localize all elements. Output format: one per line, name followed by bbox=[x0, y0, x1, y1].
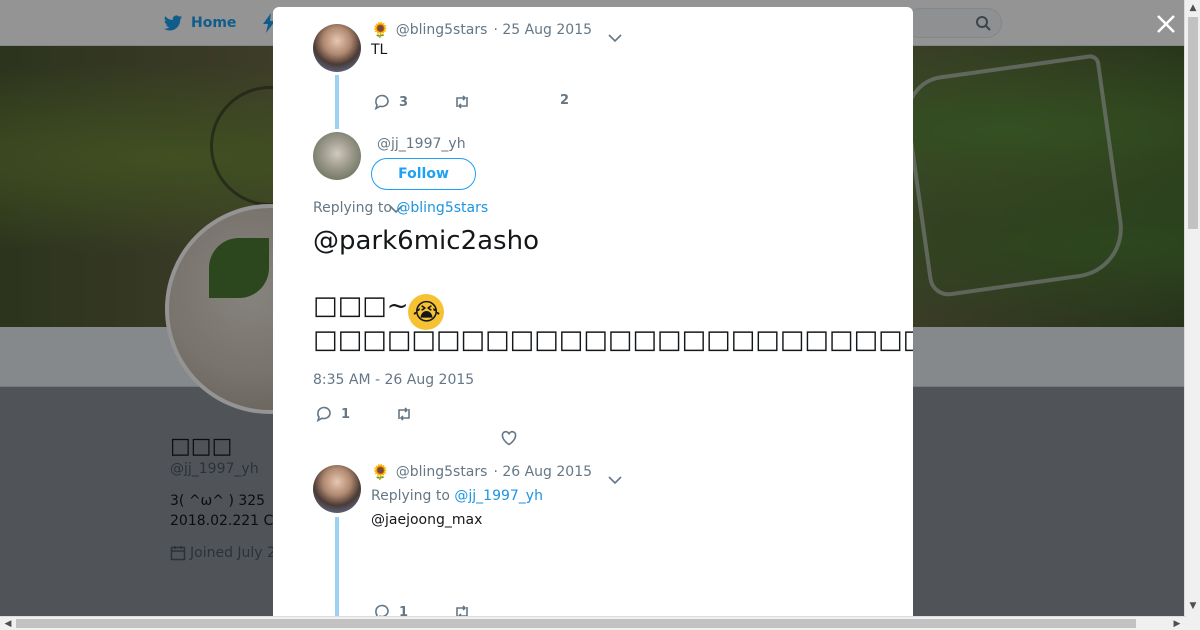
reply-icon bbox=[375, 604, 389, 616]
tweet-date[interactable]: · 25 Aug 2015 bbox=[493, 22, 592, 38]
retweet-icon bbox=[398, 407, 410, 421]
replying-handle-link[interactable]: @jj_1997_yh bbox=[454, 488, 543, 504]
replying-handle-link[interactable]: @bling5stars bbox=[396, 200, 488, 216]
scroll-down-arrow[interactable]: ▼ bbox=[1188, 601, 1198, 611]
reply-icon bbox=[316, 406, 331, 423]
tweet-text-segment: □□□~ bbox=[313, 291, 409, 321]
scrollbar-thumb[interactable] bbox=[1188, 17, 1198, 229]
tweet-author-handle[interactable]: @bling5stars bbox=[396, 22, 488, 38]
scrollbar-corner bbox=[1186, 616, 1200, 630]
thread-connector-line bbox=[335, 517, 339, 616]
replying-prefix: Replying to bbox=[313, 200, 392, 216]
thread-connector-line bbox=[335, 75, 339, 129]
tweet-author-handle[interactable]: @jj_1997_yh bbox=[377, 136, 466, 152]
retweet-button[interactable] bbox=[453, 603, 471, 616]
scroll-left-arrow[interactable]: ◀ bbox=[3, 618, 13, 630]
tweet-text-segment: □□□□□□□□□□□□□□□□□□□□□□□□□□□□□□ bbox=[313, 325, 913, 355]
like-button[interactable] bbox=[500, 429, 518, 447]
tweet-text: TL bbox=[371, 42, 388, 58]
close-modal-button[interactable] bbox=[1154, 12, 1178, 36]
chevron-down-icon bbox=[608, 476, 622, 485]
tweet-avatar[interactable] bbox=[313, 132, 361, 180]
reply-count: 1 bbox=[341, 406, 351, 422]
tweet-options-button[interactable] bbox=[608, 28, 622, 43]
tweet-timestamp[interactable]: 8:35 AM - 26 Aug 2015 bbox=[313, 372, 474, 388]
tweet-date[interactable]: · 26 Aug 2015 bbox=[493, 464, 592, 480]
reply-count: 1 bbox=[399, 604, 409, 617]
tweet-author-handle[interactable]: @bling5stars bbox=[396, 464, 488, 480]
sunflower-badge: 🌻 bbox=[371, 21, 390, 39]
tweet-text: @jaejoong_max bbox=[371, 512, 483, 528]
retweet-icon bbox=[456, 95, 468, 109]
sunflower-badge: 🌻 bbox=[371, 463, 390, 481]
reply-button[interactable]: 3 bbox=[373, 93, 408, 111]
tweet-header: 🌻 @bling5stars · 25 Aug 2015 bbox=[371, 21, 592, 39]
replying-to-label: Replying to @bling5stars bbox=[313, 200, 488, 216]
reply-button[interactable]: 1 bbox=[373, 603, 408, 616]
reply-button[interactable]: 1 bbox=[315, 405, 350, 423]
tweet-options-button[interactable] bbox=[608, 470, 622, 485]
scroll-right-arrow[interactable]: ▶ bbox=[1172, 618, 1182, 630]
replying-to-label: Replying to @jj_1997_yh bbox=[371, 488, 543, 504]
tweet-text-line: □□□□□□□□□□□□□□□□□□□□□□□□□□□□□□😣□□□□□□□□□… bbox=[313, 325, 913, 364]
replying-prefix: Replying to bbox=[371, 488, 450, 504]
reply-count: 3 bbox=[399, 94, 409, 110]
retweet-button[interactable] bbox=[395, 405, 413, 423]
retweet-button[interactable] bbox=[453, 93, 471, 111]
tweet-thread-modal: 🌻 @bling5stars · 25 Aug 2015 TL 3 2 @jj_… bbox=[273, 7, 913, 616]
tweet-avatar[interactable] bbox=[313, 465, 361, 513]
vertical-scrollbar[interactable]: ▲ ▼ bbox=[1184, 0, 1200, 616]
scroll-up-arrow[interactable]: ▲ bbox=[1188, 3, 1198, 13]
heart-icon bbox=[501, 430, 517, 446]
chevron-down-icon bbox=[608, 34, 622, 43]
tweet-header: 🌻 @bling5stars · 26 Aug 2015 bbox=[371, 463, 592, 481]
tweet-avatar[interactable] bbox=[313, 24, 361, 72]
retweet-icon bbox=[456, 605, 468, 616]
like-count: 2 bbox=[560, 93, 570, 108]
tweet-mention-link[interactable]: @park6mic2asho bbox=[313, 226, 539, 256]
reply-icon bbox=[374, 94, 389, 111]
horizontal-scrollbar[interactable]: ◀ ▶ bbox=[0, 616, 1200, 630]
follow-button[interactable]: Follow bbox=[371, 158, 476, 190]
scrollbar-thumb[interactable] bbox=[16, 619, 1136, 628]
like-button[interactable]: 2 bbox=[560, 93, 569, 108]
close-icon bbox=[1157, 15, 1175, 33]
